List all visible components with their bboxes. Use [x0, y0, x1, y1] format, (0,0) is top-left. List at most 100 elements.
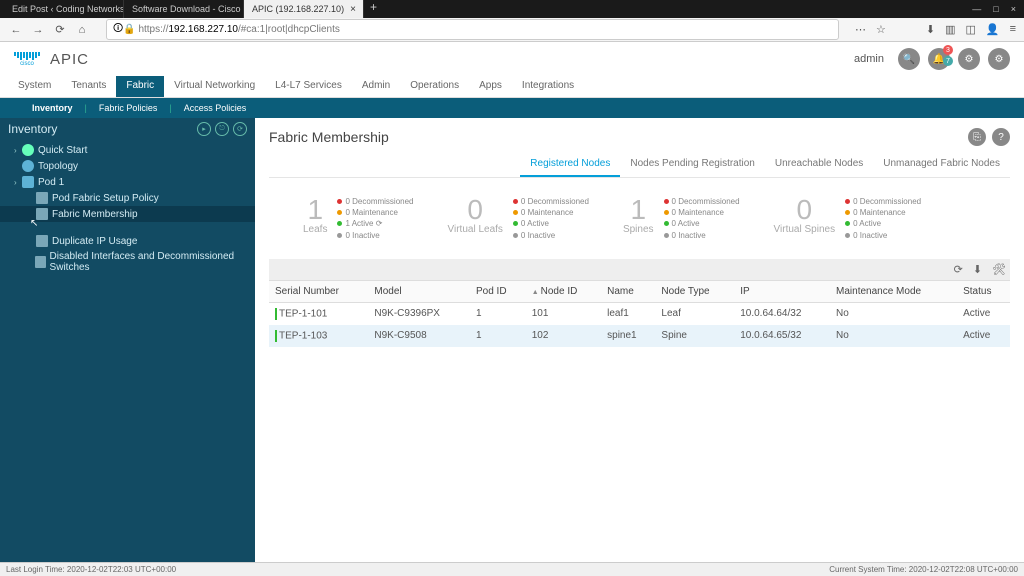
sidebar-action-icon[interactable]: ▸: [197, 122, 211, 136]
settings-button[interactable]: ⚙: [988, 48, 1010, 70]
dot-icon: [845, 199, 850, 204]
tab-unreachable[interactable]: Unreachable Nodes: [765, 152, 873, 177]
user-label[interactable]: admin: [854, 53, 884, 65]
subnav-access-policies[interactable]: Access Policies: [176, 103, 255, 113]
alerts-button[interactable]: 🔔37: [928, 48, 950, 70]
stat-number: 0: [448, 196, 503, 224]
stat-label: Spines: [623, 224, 654, 235]
help-icon[interactable]: ?: [992, 128, 1010, 146]
stat-number: 0: [774, 196, 836, 224]
close-icon[interactable]: ×: [1011, 4, 1016, 14]
policy-icon[interactable]: ⎘: [968, 128, 986, 146]
dot-icon: [337, 221, 342, 226]
sidebar-item[interactable]: Disabled Interfaces and Decommissioned S…: [0, 249, 255, 275]
dot-icon: [664, 199, 669, 204]
tab-registered[interactable]: Registered Nodes: [520, 152, 620, 177]
sidebar-refresh-icon[interactable]: ⟳: [233, 122, 247, 136]
tools-icon[interactable]: 🛠: [992, 263, 1006, 276]
inner-tabs: Registered Nodes Nodes Pending Registrat…: [269, 152, 1010, 178]
legend-text: 0 Decommissioned: [672, 196, 740, 207]
nav-virtual-networking[interactable]: Virtual Networking: [164, 76, 265, 97]
dot-icon: [337, 233, 342, 238]
nav-tenants[interactable]: Tenants: [61, 76, 116, 97]
stat-number: 1: [623, 196, 654, 224]
sidebar-item[interactable]: Fabric Membership: [0, 206, 255, 222]
forward-button[interactable]: →: [30, 22, 46, 38]
dot-icon: [664, 210, 669, 215]
browser-tab[interactable]: Edit Post ‹ Coding Networks B×: [4, 0, 124, 18]
stat-block: 0Virtual Spines0 Decommissioned0 Mainten…: [774, 196, 922, 241]
legend-text: 0 Active: [672, 218, 700, 229]
browser-tab[interactable]: APIC (192.168.227.10)×: [244, 0, 364, 18]
menu-icon[interactable]: ≡: [1010, 23, 1016, 36]
maximize-icon[interactable]: □: [993, 4, 998, 14]
dot-icon: [337, 199, 342, 204]
stat-label: Virtual Leafs: [448, 224, 503, 235]
bookmark-icon[interactable]: ☆: [876, 23, 886, 36]
legend-text: 0 Maintenance: [853, 207, 905, 218]
legend-text: 0 Inactive: [853, 230, 887, 241]
table-row[interactable]: TEP-1-103N9K-C95081102spine1Spine10.0.64…: [269, 325, 1010, 347]
minimize-icon[interactable]: —: [972, 4, 981, 14]
screenshot-icon[interactable]: ◫: [965, 23, 975, 36]
url-bar[interactable]: 🛈 🔒 https://192.168.227.10/#ca:1|root|dh…: [106, 19, 839, 40]
column-header[interactable]: Name: [601, 280, 655, 302]
folder-icon: [35, 256, 46, 268]
folder-icon: [36, 192, 48, 204]
dot-icon: [513, 233, 518, 238]
search-button[interactable]: 🔍: [898, 48, 920, 70]
tab-pending[interactable]: Nodes Pending Registration: [620, 152, 765, 177]
nav-operations[interactable]: Operations: [400, 76, 469, 97]
stat-block: 0Virtual Leafs0 Decommissioned0 Maintena…: [448, 196, 589, 241]
sidebar-action-icon[interactable]: ⎋: [215, 122, 229, 136]
legend-text: 0 Maintenance: [672, 207, 724, 218]
sort-asc-icon: ▲: [532, 289, 539, 296]
subnav-fabric-policies[interactable]: Fabric Policies: [91, 103, 166, 113]
nav-l4l7[interactable]: L4-L7 Services: [265, 76, 352, 97]
nav-fabric[interactable]: Fabric: [116, 76, 164, 97]
sidebar-item-label: Disabled Interfaces and Decommissioned S…: [50, 251, 249, 273]
dot-icon: [845, 221, 850, 226]
back-button[interactable]: ←: [8, 22, 24, 38]
page-title: Fabric Membership: [269, 129, 389, 145]
column-header[interactable]: Pod ID: [470, 280, 526, 302]
new-tab-button[interactable]: +: [364, 0, 383, 18]
library-icon[interactable]: ▥: [945, 23, 955, 36]
column-header[interactable]: Status: [957, 280, 1010, 302]
sidebar-item[interactable]: Topology: [0, 158, 255, 174]
nav-integrations[interactable]: Integrations: [512, 76, 584, 97]
status-bar-icon: [275, 308, 277, 320]
column-header[interactable]: Node Type: [655, 280, 734, 302]
refresh-icon[interactable]: ⟳: [954, 263, 963, 276]
status-bar-icon: [275, 330, 277, 342]
legend-text: 0 Active: [853, 218, 881, 229]
tab-close-icon[interactable]: ×: [350, 4, 356, 15]
sidebar-item-label: Pod Fabric Setup Policy: [52, 193, 159, 204]
download-icon[interactable]: ⬇: [926, 23, 935, 36]
reload-button[interactable]: ⟳: [52, 22, 68, 38]
browser-tab[interactable]: Software Download - Cisco Sy×: [124, 0, 244, 18]
nav-apps[interactable]: Apps: [469, 76, 512, 97]
column-header[interactable]: Model: [368, 280, 470, 302]
system-button[interactable]: ⚙: [958, 48, 980, 70]
table-row[interactable]: TEP-1-101N9K-C9396PX1101leaf1Leaf10.0.64…: [269, 302, 1010, 325]
download-icon[interactable]: ⬇: [973, 263, 982, 276]
subnav-inventory[interactable]: Inventory: [24, 103, 81, 113]
account-icon[interactable]: 👤: [986, 23, 1000, 36]
nav-system[interactable]: System: [8, 76, 61, 97]
legend-text: 0 Maintenance: [345, 207, 397, 218]
home-button[interactable]: ⌂: [74, 22, 90, 38]
page-actions-icon[interactable]: ⋯: [855, 23, 866, 36]
legend-text: 1 Active ⟳: [345, 218, 382, 229]
sidebar-item[interactable]: Duplicate IP Usage: [0, 233, 255, 249]
tab-unmanaged[interactable]: Unmanaged Fabric Nodes: [873, 152, 1010, 177]
sidebar-item[interactable]: Pod Fabric Setup Policy: [0, 190, 255, 206]
dot-icon: [513, 210, 518, 215]
column-header[interactable]: Maintenance Mode: [830, 280, 957, 302]
sidebar-item[interactable]: ›Quick Start: [0, 142, 255, 158]
nav-admin[interactable]: Admin: [352, 76, 400, 97]
column-header[interactable]: ▲Node ID: [526, 280, 601, 302]
sidebar-item[interactable]: ›Pod 1: [0, 174, 255, 190]
column-header[interactable]: IP: [734, 280, 830, 302]
column-header[interactable]: Serial Number: [269, 280, 368, 302]
